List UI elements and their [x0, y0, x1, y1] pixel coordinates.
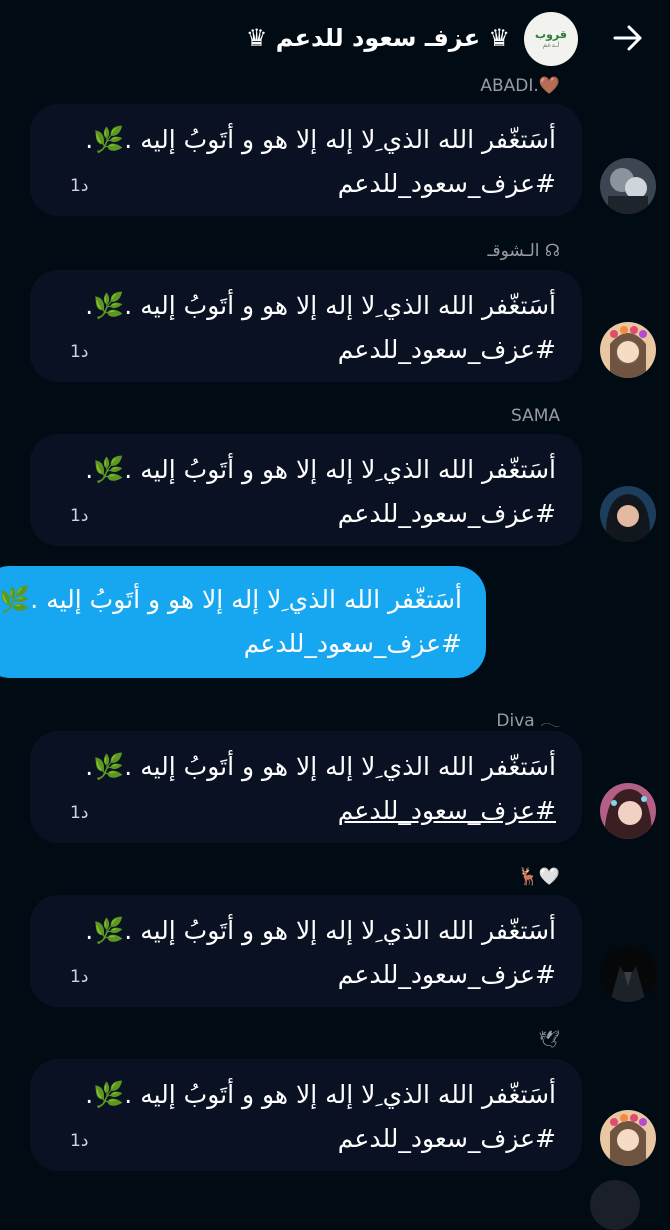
message-line: أسَتغّفر الله الذي ِلا إله إلا هو و أتَو…: [85, 455, 556, 484]
group-avatar[interactable]: قروب لـدعم: [524, 12, 578, 66]
message-time: 1د: [70, 506, 89, 526]
avatar[interactable]: [590, 1180, 640, 1230]
message-hashtag[interactable]: #عزف_سعود_للدعم: [36, 789, 556, 833]
message-hashtag: #عزف_سعود_للدعم: [337, 499, 556, 528]
group-avatar-label: قروب: [535, 27, 567, 41]
chat-header: قروب لـدعم ♛ عزفـ ﺳﻌﻮد للدعم ♛: [0, 0, 670, 80]
avatar[interactable]: [600, 486, 656, 542]
message-hashtag: #عزف_سعود_للدعم: [337, 335, 556, 364]
message-bubble[interactable]: أسَتغّفر الله الذي ِلا إله إلا هو و أتَو…: [30, 731, 582, 843]
message-bubble[interactable]: أسَتغّفر الله الذي ِلا إله إلا هو و أتَو…: [30, 270, 582, 382]
message-hashtag: #عزف_سعود_للدعم: [337, 169, 556, 198]
group-title[interactable]: ♛ عزفـ ﺳﻌﻮد للدعم ♛: [150, 24, 510, 52]
message-time: 1د: [70, 967, 89, 987]
sender-name[interactable]: ABADI.🤎: [480, 76, 560, 96]
own-message-bubble[interactable]: أسَتغّفر الله الذي ِلا إله إلا هو و أتَو…: [0, 566, 486, 678]
sender-name[interactable]: Diva 𓂃: [496, 703, 560, 732]
message-bubble[interactable]: أسَتغّفر الله الذي ِلا إله إلا هو و أتَو…: [30, 434, 582, 546]
message-hashtag: #عزف_سعود_للدعم: [337, 1124, 556, 1153]
message-line: أسَتغّفر الله الذي ِلا إله إلا هو و أتَو…: [85, 291, 556, 320]
sender-name[interactable]: 🦌🤍: [518, 867, 560, 887]
message-time: 1د: [70, 1131, 89, 1151]
message-line: أسَتغّفر الله الذي ِلا إله إلا هو و أتَو…: [85, 752, 556, 781]
message-bubble[interactable]: أسَتغّفر الله الذي ِلا إله إلا هو و أتَو…: [30, 895, 582, 1007]
sender-name[interactable]: الـشوقـ ☊: [488, 241, 560, 261]
message-bubble[interactable]: أسَتغّفر الله الذي ِلا إله إلا هو و أتَو…: [30, 104, 582, 216]
avatar[interactable]: [600, 946, 656, 1002]
message-line: أسَتغّفر الله الذي ِلا إله إلا هو و أتَو…: [85, 125, 556, 154]
message-line: أسَتغّفر الله الذي ِلا إله إلا هو و أتَو…: [85, 916, 556, 945]
avatar[interactable]: [600, 783, 656, 839]
back-arrow-icon[interactable]: [608, 18, 648, 58]
avatar[interactable]: [600, 322, 656, 378]
message-bubble[interactable]: أسَتغّفر الله الذي ِلا إله إلا هو و أتَو…: [30, 1059, 582, 1171]
message-time: 1د: [70, 342, 89, 362]
avatar[interactable]: [600, 158, 656, 214]
message-time: 1د: [70, 803, 89, 823]
group-avatar-sublabel: لـدعم: [542, 40, 560, 49]
avatar[interactable]: [600, 1110, 656, 1166]
sender-name[interactable]: 🕊: [538, 1030, 560, 1050]
message-line: أسَتغّفر الله الذي ِلا إله إلا هو و أتَو…: [0, 585, 462, 614]
message-hashtag: #عزف_سعود_للدعم: [337, 960, 556, 989]
message-hashtag: #عزف_سعود_للدعم: [243, 629, 462, 658]
sender-name[interactable]: SAMA: [511, 406, 560, 426]
message-time: 1د: [70, 176, 89, 196]
message-line: أسَتغّفر الله الذي ِلا إله إلا هو و أتَو…: [85, 1080, 556, 1109]
